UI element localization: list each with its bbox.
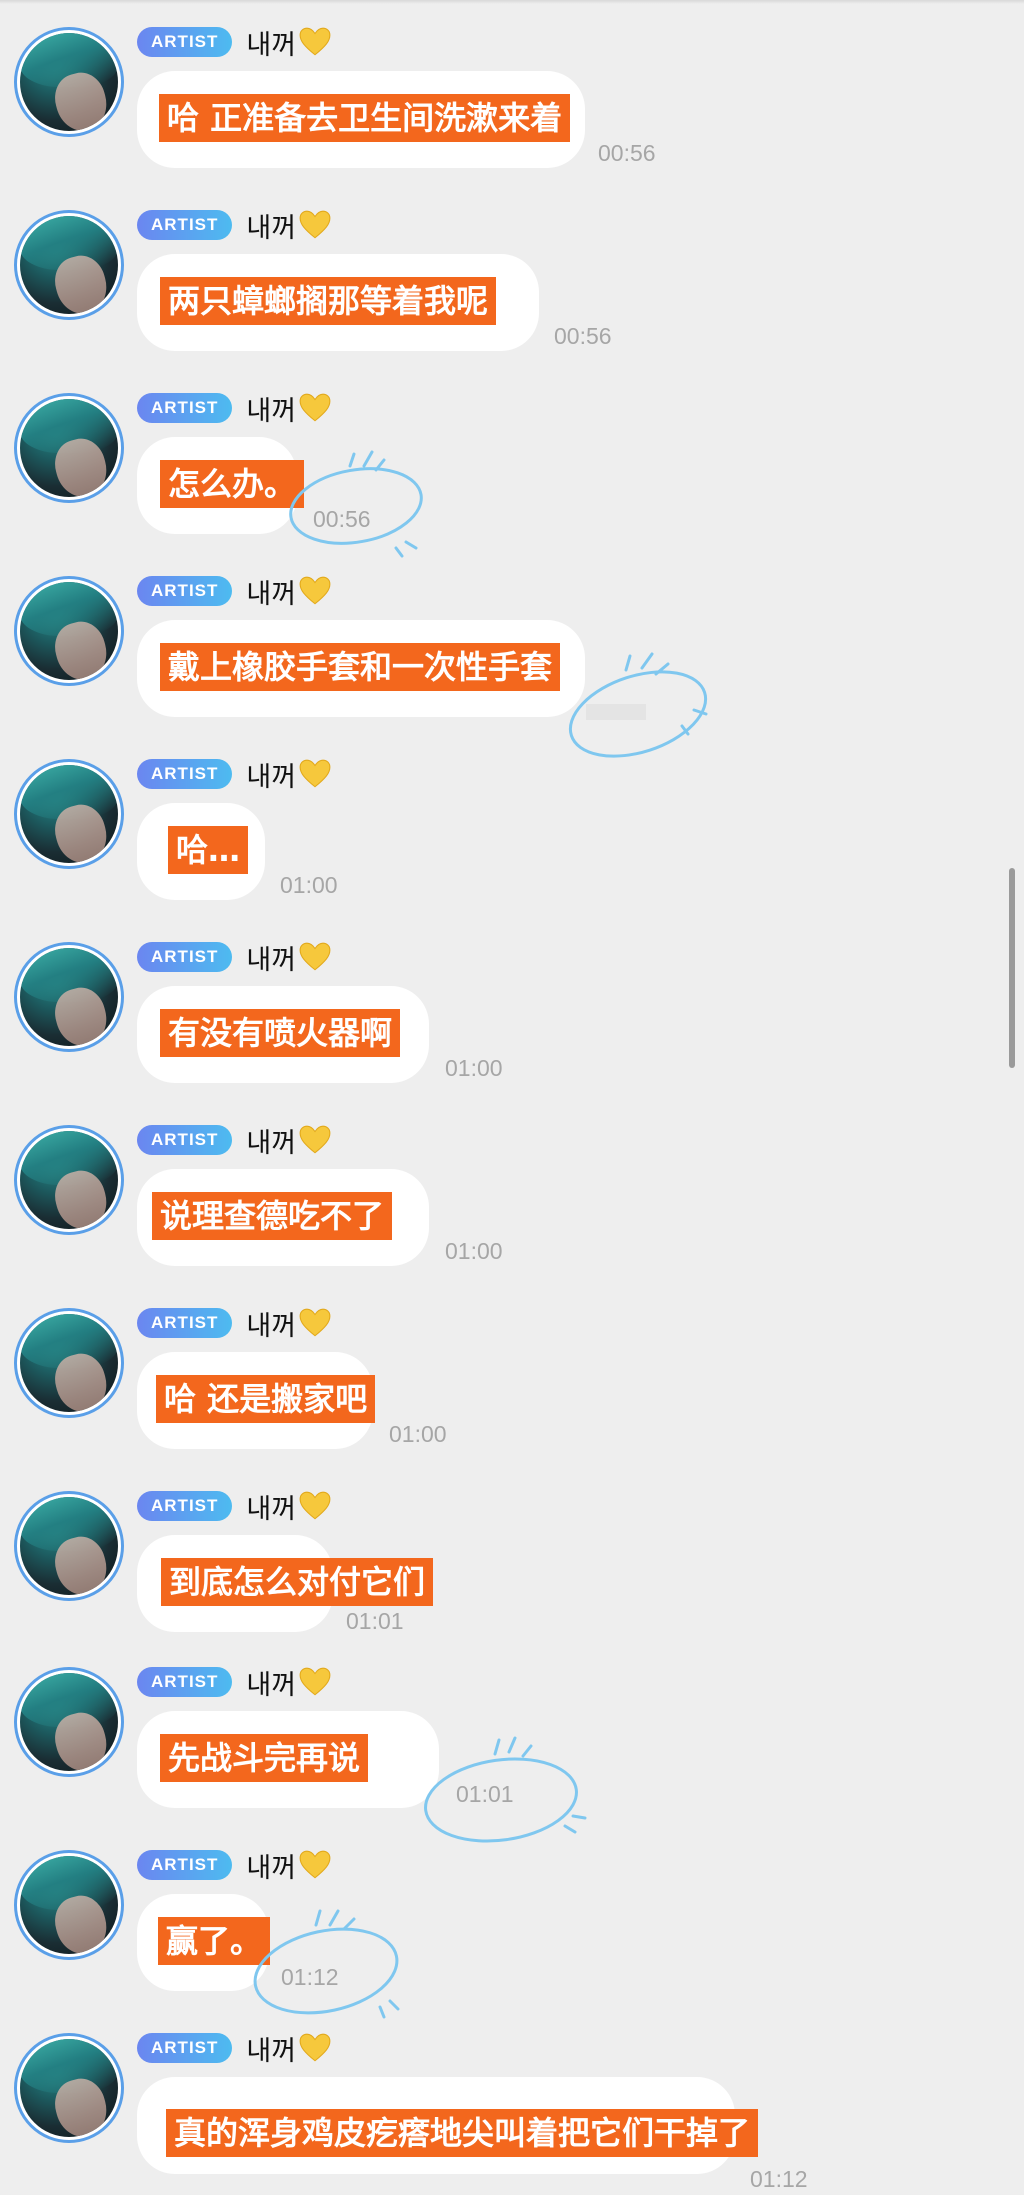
yellow-heart-icon bbox=[299, 210, 331, 239]
avatar[interactable] bbox=[14, 1850, 124, 1960]
artist-badge: ARTIST bbox=[137, 210, 233, 240]
message-row: ARTIST 내꺼 有没有喷火器啊 01:00 bbox=[0, 915, 1024, 1098]
yellow-heart-icon bbox=[299, 576, 331, 605]
sender-line: ARTIST 내꺼 bbox=[137, 1846, 332, 1885]
sender-line: ARTIST 내꺼 bbox=[137, 1487, 332, 1526]
message-time: 01:00 bbox=[389, 1421, 447, 1447]
message-row: ARTIST 내꺼 戴上橡胶手套和一次性手套 bbox=[0, 549, 1024, 758]
message-row: ARTIST 내꺼 赢了。 01:12 bbox=[0, 1823, 1024, 2019]
sender-line: ARTIST 내꺼 bbox=[137, 938, 332, 977]
sender-line: ARTIST 내꺼 bbox=[137, 389, 332, 428]
artist-badge: ARTIST bbox=[137, 1308, 233, 1338]
artist-badge: ARTIST bbox=[137, 1667, 233, 1697]
sender-line: ARTIST 내꺼 bbox=[137, 1121, 332, 1160]
message-time: 01:00 bbox=[280, 872, 338, 898]
message-row: ARTIST 내꺼 先战斗完再说 01:01 bbox=[0, 1640, 1024, 1843]
message-row: ARTIST 내꺼 哈 还是搬家吧 01:00 bbox=[0, 1281, 1024, 1464]
message-time: 01:01 bbox=[456, 1781, 514, 1807]
artist-badge: ARTIST bbox=[137, 1850, 233, 1880]
message-row: ARTIST 내꺼 两只蟑螂搁那等着我呢 00:56 bbox=[0, 183, 1024, 366]
message-row: ARTIST 내꺼 哈 正准备去卫生间洗漱来着 00:56 bbox=[0, 0, 1024, 183]
message-text: 戴上橡胶手套和一次性手套 bbox=[160, 643, 561, 691]
message-text: 先战斗完再说 bbox=[160, 1734, 369, 1782]
avatar[interactable] bbox=[14, 210, 124, 320]
message-time: 01:01 bbox=[346, 1608, 404, 1634]
avatar[interactable] bbox=[14, 1308, 124, 1418]
message-time: 01:12 bbox=[750, 2166, 808, 2192]
artist-badge: ARTIST bbox=[137, 1491, 233, 1521]
sender-line: ARTIST 내꺼 bbox=[137, 1304, 332, 1343]
sender-line: ARTIST 내꺼 bbox=[137, 206, 332, 245]
avatar[interactable] bbox=[14, 1491, 124, 1601]
yellow-heart-icon bbox=[299, 2033, 331, 2062]
yellow-heart-icon bbox=[299, 1125, 331, 1154]
message-text: 怎么办。 bbox=[160, 460, 305, 508]
sender-name[interactable]: 내꺼 bbox=[246, 23, 296, 62]
artist-badge: ARTIST bbox=[137, 1125, 233, 1155]
avatar[interactable] bbox=[14, 393, 124, 503]
yellow-heart-icon bbox=[299, 27, 331, 56]
message-time: 01:00 bbox=[445, 1238, 503, 1264]
message-text: 说理查德吃不了 bbox=[152, 1192, 393, 1240]
avatar[interactable] bbox=[14, 759, 124, 869]
artist-badge: ARTIST bbox=[137, 393, 233, 423]
message-row: ARTIST 내꺼 哈… 01:00 bbox=[0, 732, 1024, 915]
sender-line: ARTIST 내꺼 bbox=[137, 1663, 332, 1702]
sender-line: ARTIST 내꺼 bbox=[137, 23, 332, 62]
avatar[interactable] bbox=[14, 27, 124, 137]
sender-line: ARTIST 내꺼 bbox=[137, 755, 332, 794]
message-text: 哈 还是搬家吧 bbox=[156, 1375, 376, 1423]
message-text: 真的浑身鸡皮疙瘩地尖叫着把它们干掉了 bbox=[166, 2109, 759, 2157]
sender-name[interactable]: 내꺼 bbox=[246, 572, 296, 611]
message-text: 两只蟑螂搁那等着我呢 bbox=[160, 277, 497, 325]
message-text: 到底怎么对付它们 bbox=[161, 1558, 434, 1606]
message-time: 00:56 bbox=[313, 506, 371, 532]
avatar[interactable] bbox=[14, 2033, 124, 2143]
yellow-heart-icon bbox=[299, 1850, 331, 1879]
sender-name[interactable]: 내꺼 bbox=[246, 206, 296, 245]
sender-name[interactable]: 내꺼 bbox=[246, 755, 296, 794]
artist-badge: ARTIST bbox=[137, 942, 233, 972]
yellow-heart-icon bbox=[299, 1667, 331, 1696]
sender-line: ARTIST 내꺼 bbox=[137, 2029, 332, 2068]
yellow-heart-icon bbox=[299, 393, 331, 422]
scrollbar[interactable] bbox=[1009, 868, 1015, 1068]
avatar[interactable] bbox=[14, 576, 124, 686]
message-time: 00:56 bbox=[598, 140, 656, 166]
sender-name[interactable]: 내꺼 bbox=[246, 1304, 296, 1343]
artist-badge: ARTIST bbox=[137, 27, 233, 57]
message-time: 01:12 bbox=[281, 1964, 339, 1990]
sender-name[interactable]: 내꺼 bbox=[246, 1121, 296, 1160]
message-row: ARTIST 내꺼 到底怎么对付它们 01:01 bbox=[0, 1464, 1024, 1647]
sender-name[interactable]: 내꺼 bbox=[246, 389, 296, 428]
sender-name[interactable]: 내꺼 bbox=[246, 1663, 296, 1702]
message-time: 00:56 bbox=[554, 323, 612, 349]
message-row: ARTIST 내꺼 真的浑身鸡皮疙瘩地尖叫着把它们干掉了 01:12 bbox=[0, 2006, 1024, 2192]
message-row: ARTIST 내꺼 说理查德吃不了 01:00 bbox=[0, 1098, 1024, 1281]
sender-name[interactable]: 내꺼 bbox=[246, 938, 296, 977]
sender-name[interactable]: 내꺼 bbox=[246, 2029, 296, 2068]
message-time: 01:00 bbox=[445, 1055, 503, 1081]
sender-name[interactable]: 내꺼 bbox=[246, 1487, 296, 1526]
avatar[interactable] bbox=[14, 942, 124, 1052]
artist-badge: ARTIST bbox=[137, 576, 233, 606]
yellow-heart-icon bbox=[299, 942, 331, 971]
avatar[interactable] bbox=[14, 1667, 124, 1777]
sender-line: ARTIST 내꺼 bbox=[137, 572, 332, 611]
artist-badge: ARTIST bbox=[137, 2033, 233, 2063]
sender-name[interactable]: 내꺼 bbox=[246, 1846, 296, 1885]
message-text: 有没有喷火器啊 bbox=[160, 1009, 401, 1057]
message-text: 哈… bbox=[168, 826, 249, 874]
yellow-heart-icon bbox=[299, 759, 331, 788]
artist-badge: ARTIST bbox=[137, 759, 233, 789]
message-row: ARTIST 내꺼 怎么办。 00:56 bbox=[0, 366, 1024, 558]
avatar[interactable] bbox=[14, 1125, 124, 1235]
message-text: 赢了。 bbox=[158, 1917, 271, 1965]
yellow-heart-icon bbox=[299, 1308, 331, 1337]
yellow-heart-icon bbox=[299, 1491, 331, 1520]
message-text: 哈 正准备去卫生间洗漱来着 bbox=[159, 94, 571, 142]
